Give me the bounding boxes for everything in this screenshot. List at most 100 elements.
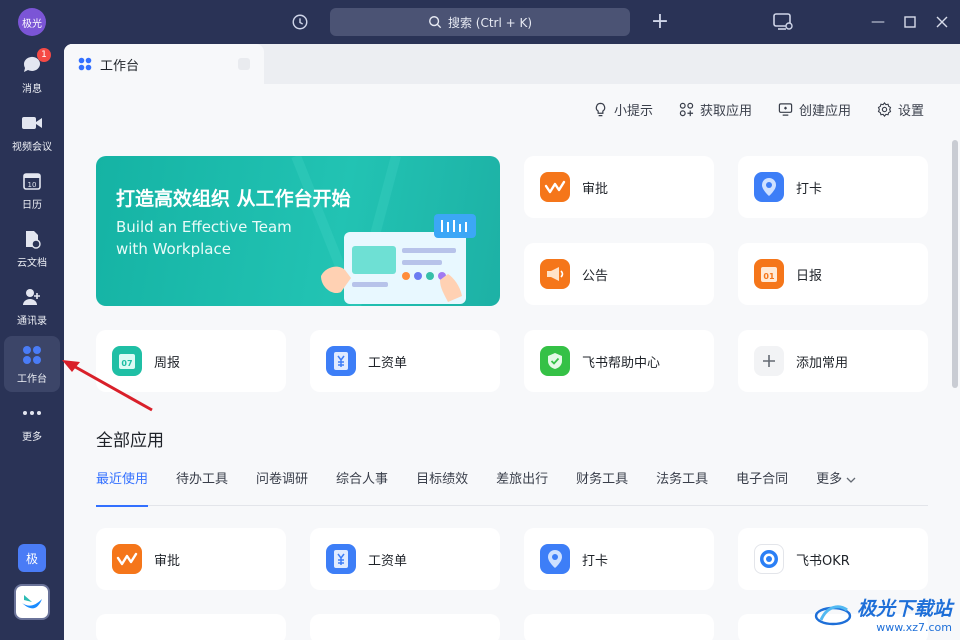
- chevron-down-icon: [846, 477, 856, 483]
- watermark: 极光下载站 www.xz7.com: [813, 594, 952, 634]
- sidebar-item-cloud-docs[interactable]: 云文档: [4, 220, 60, 276]
- search-placeholder: 搜索 (Ctrl + K): [447, 15, 533, 30]
- watermark-logo-icon: [814, 605, 852, 626]
- tab-bar: 工作台: [64, 44, 960, 84]
- add-common-app-button[interactable]: 添加常用: [738, 330, 928, 392]
- sidebar-item-label: 更多: [22, 432, 42, 443]
- sidebar-item-label: 视频会议: [12, 142, 52, 153]
- sidebar-item-video-meeting[interactable]: 视频会议: [4, 104, 60, 160]
- tab-workplace[interactable]: 工作台: [64, 44, 264, 84]
- tab-finance[interactable]: 财务工具: [576, 464, 628, 506]
- app-label: 添加常用: [796, 355, 849, 371]
- title-bar: 极光 搜索 (Ctrl + K) + —: [0, 0, 960, 44]
- sidebar-item-more[interactable]: 更多: [4, 394, 60, 450]
- sidebar-item-messages[interactable]: 1 消息: [4, 46, 60, 102]
- sidebar-item-label: 消息: [22, 84, 42, 95]
- payslip-icon: [326, 346, 356, 376]
- doc-icon: [21, 228, 43, 250]
- scrollbar[interactable]: [952, 140, 958, 388]
- settings-link[interactable]: 设置: [877, 100, 924, 119]
- banner-subtitle: Build an Effective Team: [116, 218, 292, 236]
- app-card-approval[interactable]: 审批: [96, 528, 286, 590]
- app-card-partial[interactable]: [96, 614, 286, 640]
- sidebar-item-label: 工作台: [17, 374, 47, 385]
- contacts-icon: [21, 286, 43, 308]
- tab-legal[interactable]: 法务工具: [656, 464, 708, 506]
- get-apps-link[interactable]: 获取应用: [679, 100, 752, 119]
- calendar-day: 10: [28, 181, 37, 189]
- sidebar-item-contacts[interactable]: 通讯录: [4, 278, 60, 334]
- okr-icon: [754, 544, 784, 574]
- minimize-button[interactable]: —: [866, 10, 890, 34]
- tab-performance[interactable]: 目标绩效: [416, 464, 468, 506]
- unread-badge: 1: [37, 48, 51, 62]
- report-day: 07: [121, 359, 132, 368]
- sidebar: 1 消息 视频会议 10 日历 云文档 通讯录 工作台 更多 极: [0, 44, 64, 640]
- main-panel: 工作台 小提示 获取应用 创建应用 设置 打造高效组织 从工作台开始 Build…: [64, 44, 960, 640]
- top-links: 小提示 获取应用 创建应用 设置: [593, 100, 924, 119]
- sidebar-item-label: 通讯录: [17, 316, 47, 327]
- video-icon: [21, 112, 43, 134]
- app-card-okr[interactable]: 飞书OKR: [738, 528, 928, 590]
- workplace-content: 小提示 获取应用 创建应用 设置 打造高效组织 从工作台开始 Build an …: [64, 84, 960, 640]
- create-app-link[interactable]: 创建应用: [778, 100, 851, 119]
- gear-icon: [877, 102, 892, 117]
- feishu-logo-icon[interactable]: [14, 584, 50, 620]
- banner-subtitle: with Workplace: [116, 240, 231, 258]
- app-card-approval[interactable]: 审批: [524, 156, 714, 218]
- app-card-payslip[interactable]: 工资单: [310, 330, 500, 392]
- history-icon[interactable]: [290, 12, 310, 32]
- approval-icon: [540, 172, 570, 202]
- settings-label: 设置: [897, 104, 924, 119]
- create-app-icon: [778, 103, 793, 116]
- app-card-partial[interactable]: [524, 614, 714, 640]
- app-card-checkin[interactable]: 打卡: [524, 528, 714, 590]
- search-input[interactable]: 搜索 (Ctrl + K): [330, 8, 630, 36]
- screen-share-icon[interactable]: [772, 12, 794, 32]
- app-card-help-center[interactable]: 飞书帮助中心: [524, 330, 714, 392]
- app-card-weekly-report[interactable]: 07 周报: [96, 330, 286, 392]
- app-label: 工资单: [368, 553, 408, 569]
- app-card-payslip[interactable]: 工资单: [310, 528, 500, 590]
- search-icon: [429, 16, 442, 29]
- workplace-banner[interactable]: 打造高效组织 从工作台开始 Build an Effective Team wi…: [96, 156, 500, 306]
- watermark-url: www.xz7.com: [876, 621, 952, 634]
- watermark-text: 极光下载站: [856, 598, 952, 620]
- tips-link[interactable]: 小提示: [593, 100, 653, 119]
- tab-close-icon[interactable]: [238, 58, 250, 70]
- checkin-icon: [754, 172, 784, 202]
- app-card-partial[interactable]: [310, 614, 500, 640]
- sidebar-item-calendar[interactable]: 10 日历: [4, 162, 60, 218]
- category-tabs: 最近使用 待办工具 问卷调研 综合人事 目标绩效 差旅出行 财务工具 法务工具 …: [96, 464, 928, 507]
- app-label: 工资单: [368, 355, 408, 371]
- app-card-announcement[interactable]: 公告: [524, 243, 714, 305]
- tab-surveys[interactable]: 问卷调研: [256, 464, 308, 506]
- app-card-daily-report[interactable]: 01 日报: [738, 243, 928, 305]
- app-label: 公告: [582, 268, 609, 284]
- tab-more-label: 更多: [816, 472, 843, 487]
- app-card-checkin[interactable]: 打卡: [738, 156, 928, 218]
- create-plus-icon[interactable]: +: [648, 8, 672, 36]
- org-badge[interactable]: 极: [18, 544, 46, 572]
- sidebar-item-label: 日历: [22, 200, 42, 211]
- close-button[interactable]: [930, 10, 954, 34]
- calendar-icon: 10: [21, 170, 43, 192]
- tab-e-contract[interactable]: 电子合同: [736, 464, 788, 506]
- tab-label: 工作台: [100, 58, 140, 74]
- tab-todo-tools[interactable]: 待办工具: [176, 464, 228, 506]
- sidebar-item-label: 云文档: [17, 258, 47, 269]
- all-apps-title: 全部应用: [96, 431, 164, 451]
- maximize-button[interactable]: [898, 10, 922, 34]
- tab-recent[interactable]: 最近使用: [96, 464, 149, 507]
- chat-icon: 1: [21, 48, 51, 76]
- tab-travel[interactable]: 差旅出行: [496, 464, 548, 506]
- apps-add-icon: [679, 102, 694, 117]
- app-label: 打卡: [582, 553, 609, 569]
- app-label: 审批: [582, 181, 609, 197]
- sidebar-item-workplace[interactable]: 工作台: [4, 336, 60, 392]
- user-avatar[interactable]: 极光: [18, 8, 46, 36]
- daily-report-icon: 01: [754, 259, 784, 289]
- more-icon: [21, 402, 43, 424]
- tab-hr[interactable]: 综合人事: [336, 464, 388, 506]
- tab-more[interactable]: 更多: [816, 464, 856, 506]
